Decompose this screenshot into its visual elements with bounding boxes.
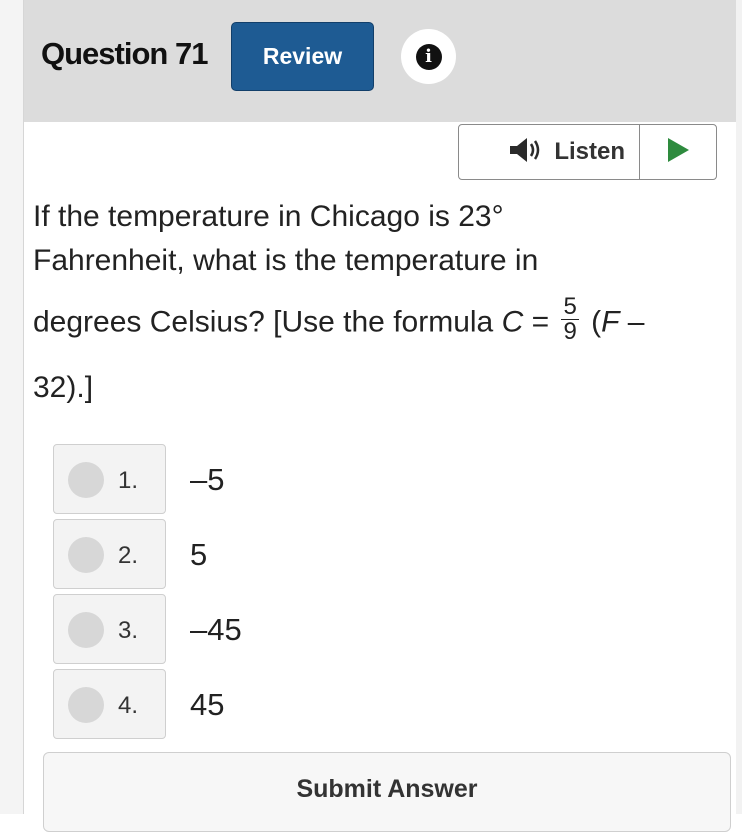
formula-fraction: 59 bbox=[561, 293, 579, 345]
formula-equals: = bbox=[523, 305, 558, 339]
question-line-4: 32).] bbox=[33, 371, 94, 404]
page-left-edge bbox=[0, 0, 24, 814]
radio-circle bbox=[68, 687, 104, 723]
review-button[interactable]: Review bbox=[231, 22, 374, 91]
choice-number: 1. bbox=[118, 467, 139, 494]
choice-3-radio-button[interactable]: 3. bbox=[53, 594, 166, 664]
formula-minus: – bbox=[619, 305, 645, 339]
choice-4-radio-button[interactable]: 4. bbox=[53, 669, 166, 739]
choice-2-text[interactable]: 5 bbox=[190, 537, 207, 573]
choice-1-text[interactable]: –5 bbox=[190, 462, 224, 498]
question-line-3-text: degrees Celsius? [Use the formula bbox=[33, 305, 502, 339]
choice-3-text[interactable]: –45 bbox=[190, 612, 242, 648]
fraction-denominator: 9 bbox=[563, 318, 577, 345]
submit-answer-button[interactable]: Submit Answer bbox=[43, 752, 731, 832]
formula-variable-c: C bbox=[501, 305, 524, 339]
question-line-2: Fahrenheit, what is the temperature in bbox=[33, 244, 539, 277]
speaker-icon bbox=[508, 137, 544, 168]
choice-number: 2. bbox=[118, 542, 139, 569]
radio-circle bbox=[68, 612, 104, 648]
choice-number: 3. bbox=[118, 617, 139, 644]
fraction-numerator: 5 bbox=[561, 293, 579, 320]
page-right-edge bbox=[736, 0, 742, 814]
listen-widget: Listen bbox=[458, 124, 717, 180]
listen-label: Listen bbox=[554, 138, 625, 165]
question-line-3: degrees Celsius? [Use the formula C = 59… bbox=[33, 295, 733, 348]
radio-circle bbox=[68, 462, 104, 498]
choice-1-radio-button[interactable]: 1. bbox=[53, 444, 166, 514]
choice-4-text[interactable]: 45 bbox=[190, 687, 224, 723]
info-icon: i bbox=[415, 43, 442, 70]
question-line-1: If the temperature in Chicago is 23° bbox=[33, 200, 504, 233]
radio-circle bbox=[68, 537, 104, 573]
listen-button[interactable]: Listen bbox=[459, 125, 640, 179]
choice-number: 4. bbox=[118, 692, 139, 719]
choice-2-radio-button[interactable]: 2. bbox=[53, 519, 166, 589]
formula-open-paren: ( bbox=[582, 305, 602, 339]
play-icon bbox=[665, 137, 691, 168]
formula-variable-f: F bbox=[601, 305, 620, 339]
question-title: Question 71 bbox=[41, 36, 208, 71]
info-button[interactable]: i bbox=[401, 29, 456, 84]
question-text: If the temperature in Chicago is 23° Fah… bbox=[33, 195, 733, 410]
play-button[interactable] bbox=[640, 125, 716, 179]
question-header: Question 71 Review i bbox=[24, 0, 736, 122]
